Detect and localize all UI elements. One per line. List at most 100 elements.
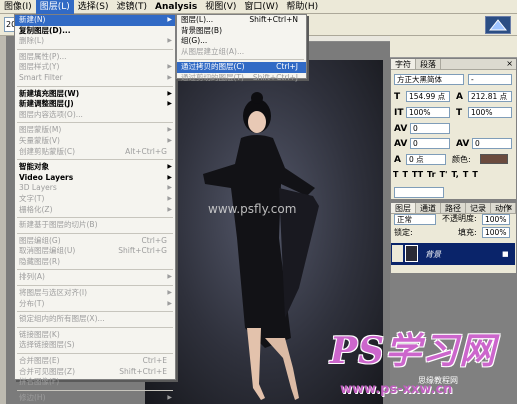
color-label: 颜色: (452, 155, 471, 164)
horizontal-scale-field[interactable]: 100% (468, 107, 512, 118)
menu-item: 栅格化(Z) ▶ (15, 205, 175, 216)
menu-item-label: 新建填充图层(W) (19, 88, 80, 98)
menu-item-shortcut: Shift+Ctrl+J (252, 72, 298, 82)
opacity-label: 不透明度: (442, 214, 477, 223)
text-style-button[interactable]: T' (440, 170, 448, 180)
eye-icon[interactable] (392, 245, 403, 262)
panel-tab[interactable]: 记录 (466, 203, 491, 213)
menubar-item[interactable]: 帮助(H) (282, 0, 322, 14)
leading-field[interactable]: 212.81 点 (468, 91, 512, 102)
tracking-field[interactable]: 0 (410, 138, 450, 149)
menu-item[interactable]: 背景图层(B) (177, 26, 306, 37)
menubar-item[interactable]: 视图(V) (201, 0, 240, 14)
menu-item-label: 栅格化(Z) (19, 204, 53, 214)
menu-item: 删除(L) ▶ (15, 36, 175, 47)
menubar-item[interactable]: 窗口(W) (240, 0, 282, 14)
tracking-right-field[interactable]: 0 (472, 138, 512, 149)
new-submenu: 图层(L)... Shift+Ctrl+N 背景图层(B) 组(G)... 从图层建立组… (176, 14, 307, 82)
text-color-swatch[interactable] (480, 154, 508, 164)
menu-item-shortcut: Ctrl+J (276, 62, 298, 72)
panel-tab[interactable]: 字符 (391, 59, 416, 69)
menu-item-label: 图层属性(P)... (19, 51, 67, 61)
language-select[interactable] (394, 187, 444, 198)
text-style-button[interactable]: T (402, 170, 407, 180)
close-icon[interactable]: × (506, 203, 513, 212)
menubar-item[interactable]: Analysis (151, 0, 201, 14)
menubar-item[interactable]: 选择(S) (74, 0, 113, 14)
fill-field[interactable]: 100% (482, 227, 510, 238)
submenu-arrow-icon: ▶ (167, 126, 172, 134)
blend-mode-select[interactable]: 正常 (394, 214, 436, 225)
panel-tab[interactable]: 路径 (441, 203, 466, 213)
font-size-icon: T (394, 92, 401, 102)
menu-item-label: 智能对象 (19, 162, 49, 172)
menu-item-label: 链接图层(K) (19, 329, 60, 339)
menu-item[interactable]: 新建(N) ▶ (15, 15, 175, 26)
text-style-button[interactable]: T (393, 170, 398, 180)
menu-item[interactable]: 组(G)... (177, 36, 306, 47)
menu-item[interactable]: Video Layers ▶ (15, 173, 175, 184)
font-size-field[interactable]: 154.99 点 (406, 91, 450, 102)
menu-separator (17, 159, 173, 161)
menu-item[interactable]: 通过拷贝的图层(C) Ctrl+J (177, 62, 306, 73)
menu-item: 图层属性(P)... (15, 52, 175, 63)
text-style-button[interactable]: T, (451, 170, 458, 180)
menu-item-label: 从图层建立组(A)... (181, 46, 245, 56)
menu-item[interactable]: 新建调整图层(J) ▶ (15, 99, 175, 110)
site-logo: PS学习网 (330, 330, 497, 372)
menu-item: Smart Filter ▶ (15, 73, 175, 84)
panel-tab[interactable]: 段落 (416, 59, 441, 69)
menu-separator (17, 389, 173, 391)
kerning-field[interactable]: 0 (410, 123, 450, 134)
menu-item-label: 排列(A) (19, 272, 45, 282)
menu-item-label: 新建基于图层的切片(B) (19, 220, 98, 230)
menu-item: 拼合图像(F) (15, 377, 175, 388)
font-family-select[interactable]: 方正大黑简体 (394, 74, 464, 85)
close-icon[interactable]: × (506, 59, 513, 68)
menubar-item[interactable]: 图层(L) (35, 0, 74, 14)
menu-separator (17, 326, 173, 328)
menu-separator (179, 59, 304, 61)
navigator-dock (390, 36, 517, 58)
menu-item: 新建基于图层的切片(B) (15, 220, 175, 231)
menu-item-label: 删除(L) (19, 36, 45, 46)
submenu-arrow-icon: ▶ (167, 37, 172, 45)
menu-item-label: 图层内容选项(O)... (19, 109, 83, 119)
menu-item-label: 图层蒙版(M) (19, 125, 62, 135)
panel-tab[interactable]: 图层 (391, 203, 416, 213)
menu-item-label: 3D Layers (19, 183, 57, 193)
opacity-field[interactable]: 100% (482, 214, 510, 225)
text-style-button[interactable]: Tr (427, 170, 436, 180)
submenu-arrow-icon: ▶ (167, 205, 172, 213)
menu-item-shortcut: Shift+Ctrl+E (119, 366, 167, 376)
text-style-button[interactable]: T (472, 170, 477, 180)
submenu-arrow-icon: ▶ (167, 16, 172, 23)
menu-item[interactable]: 智能对象 ▶ (15, 162, 175, 173)
bridge-button[interactable] (485, 16, 511, 34)
menu-item-label: 拼合图像(F) (19, 377, 60, 387)
panel-tab[interactable]: 通道 (416, 203, 441, 213)
menu-item: 图层内容选项(O)... (15, 110, 175, 121)
menubar-item[interactable]: 滤镜(T) (112, 0, 151, 14)
lock-icon: ■ (502, 250, 509, 258)
menu-item: 图层样式(Y) ▶ (15, 62, 175, 73)
kerning-icon: AV (394, 124, 408, 134)
text-style-button[interactable]: TT (412, 170, 423, 180)
menu-item: 分布(T) ▶ (15, 299, 175, 310)
menu-item: 合并图层(E) Ctrl+E (15, 356, 175, 367)
baseline-field[interactable]: 0 点 (406, 154, 446, 165)
submenu-arrow-icon: ▶ (167, 299, 172, 307)
menu-item-label: 通过剪切的图层(T) (181, 72, 244, 82)
menu-item-label: 图层(L)... (181, 15, 214, 24)
text-style-button[interactable]: T (463, 170, 468, 180)
menu-item[interactable]: 新建填充图层(W) ▶ (15, 89, 175, 100)
menubar-item[interactable]: 图像(I) (0, 0, 36, 14)
vscale-icon: IT (394, 108, 404, 118)
menu-item-shortcut: Ctrl+G (141, 235, 167, 245)
menu-item-label: 复制图层(D)... (19, 25, 71, 35)
menu-item[interactable]: 图层(L)... Shift+Ctrl+N (177, 15, 306, 26)
vertical-scale-field[interactable]: 100% (406, 107, 450, 118)
menu-item[interactable]: 复制图层(D)... (15, 26, 175, 37)
font-style-select[interactable]: - (468, 74, 512, 85)
fill-label: 填充: (458, 228, 477, 237)
